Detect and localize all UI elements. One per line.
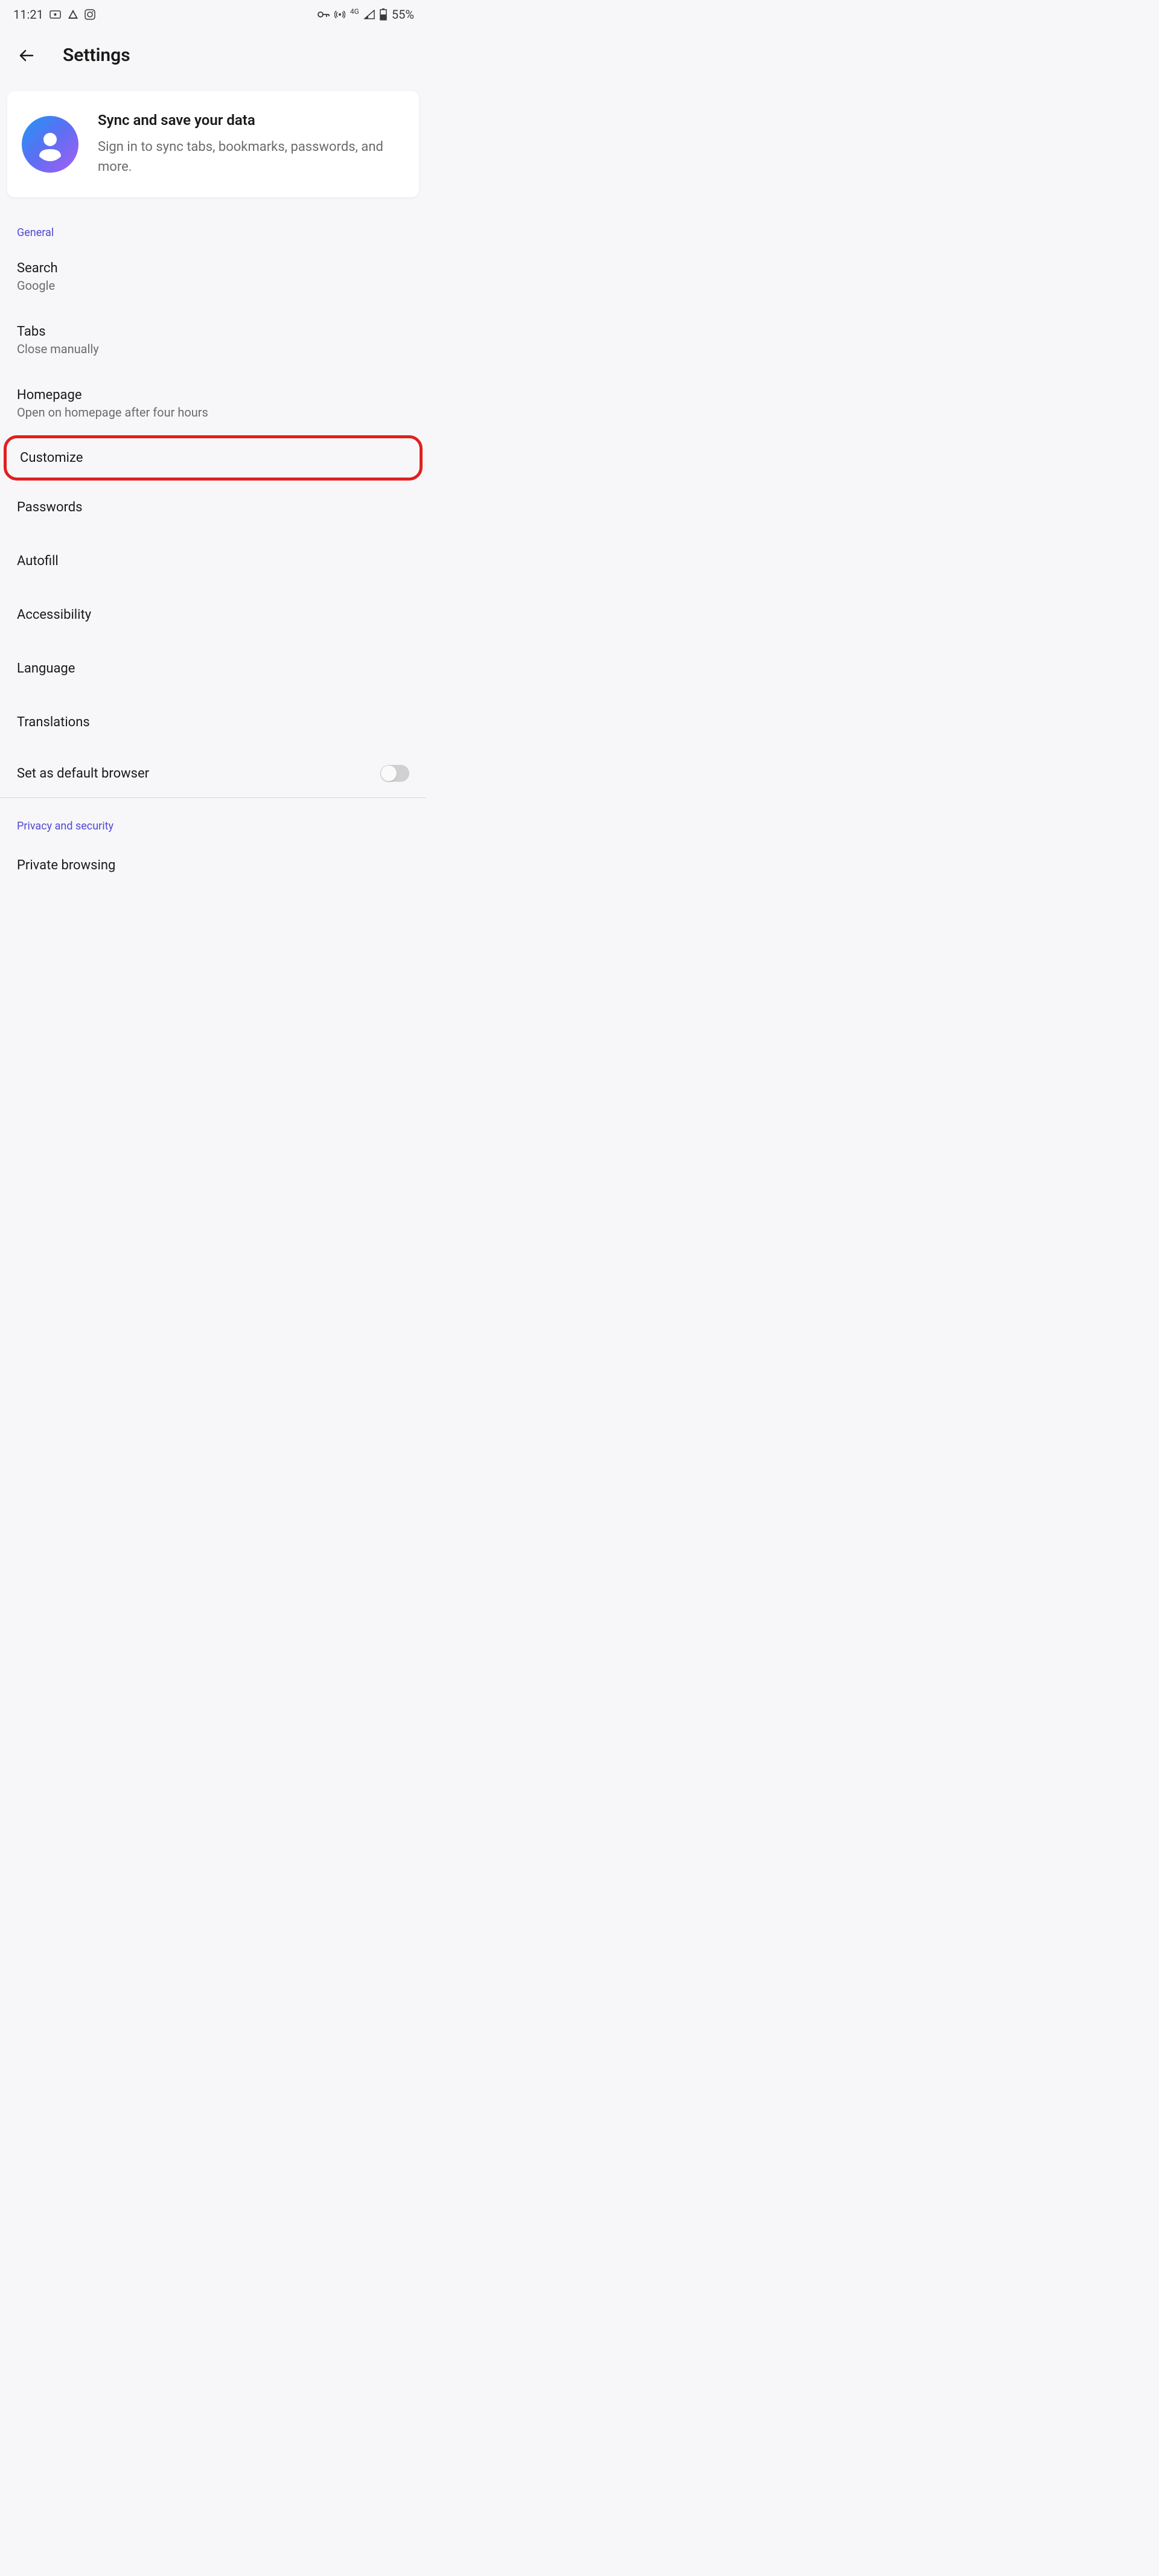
setting-tabs[interactable]: Tabs Close manually xyxy=(0,308,426,372)
sync-text: Sync and save your data Sign in to sync … xyxy=(98,112,404,177)
page-title: Settings xyxy=(63,45,130,66)
avatar-icon xyxy=(22,116,78,173)
setting-passwords-title: Passwords xyxy=(17,500,409,515)
setting-tabs-title: Tabs xyxy=(17,324,409,339)
signal-icon xyxy=(364,10,375,19)
setting-autofill-title: Autofill xyxy=(17,554,409,569)
setting-search-title: Search xyxy=(17,261,409,276)
setting-customize-title: Customize xyxy=(20,450,406,465)
setting-accessibility-title: Accessibility xyxy=(17,607,409,622)
header: Settings xyxy=(0,27,426,84)
setting-homepage-title: Homepage xyxy=(17,388,409,403)
setting-private-browsing-title: Private browsing xyxy=(17,858,409,873)
default-browser-toggle[interactable] xyxy=(380,765,409,782)
status-bar: 11:21 4G 55% xyxy=(0,0,426,27)
vpn-key-icon xyxy=(318,11,330,18)
setting-homepage-subtitle: Open on homepage after four hours xyxy=(17,405,409,420)
notification-icon-triangle xyxy=(68,9,78,20)
setting-translations-title: Translations xyxy=(17,715,409,730)
setting-translations[interactable]: Translations xyxy=(0,695,426,749)
person-icon xyxy=(33,127,67,161)
battery-icon xyxy=(380,8,387,21)
arrow-left-icon xyxy=(17,46,36,65)
status-time: 11:21 xyxy=(13,7,43,22)
setting-accessibility[interactable]: Accessibility xyxy=(0,588,426,642)
sync-subtitle: Sign in to sync tabs, bookmarks, passwor… xyxy=(98,137,404,177)
setting-default-browser-title: Set as default browser xyxy=(17,766,380,781)
section-privacy-header: Privacy and security xyxy=(0,798,426,839)
setting-autofill[interactable]: Autofill xyxy=(0,534,426,588)
setting-private-browsing[interactable]: Private browsing xyxy=(0,839,426,892)
setting-passwords[interactable]: Passwords xyxy=(0,481,426,534)
settings-content: Sync and save your data Sign in to sync … xyxy=(0,91,426,892)
notification-icon-1 xyxy=(49,10,62,19)
setting-search-subtitle: Google xyxy=(17,278,409,293)
status-right: 4G 55% xyxy=(318,7,414,22)
back-button[interactable] xyxy=(17,46,36,65)
setting-language[interactable]: Language xyxy=(0,642,426,695)
setting-default-browser[interactable]: Set as default browser xyxy=(0,749,426,797)
setting-homepage[interactable]: Homepage Open on homepage after four hou… xyxy=(0,372,426,435)
battery-percentage: 55% xyxy=(392,7,414,22)
setting-language-title: Language xyxy=(17,661,409,676)
hotspot-icon xyxy=(334,9,345,20)
notification-icon-instagram xyxy=(85,9,95,20)
sync-card[interactable]: Sync and save your data Sign in to sync … xyxy=(7,91,419,197)
sync-title: Sync and save your data xyxy=(98,112,404,129)
section-general-header: General xyxy=(0,205,426,245)
setting-search[interactable]: Search Google xyxy=(0,245,426,308)
network-type: 4G xyxy=(350,7,359,16)
status-left: 11:21 xyxy=(13,7,95,22)
setting-tabs-subtitle: Close manually xyxy=(17,342,409,356)
setting-customize-highlighted[interactable]: Customize xyxy=(4,435,423,481)
